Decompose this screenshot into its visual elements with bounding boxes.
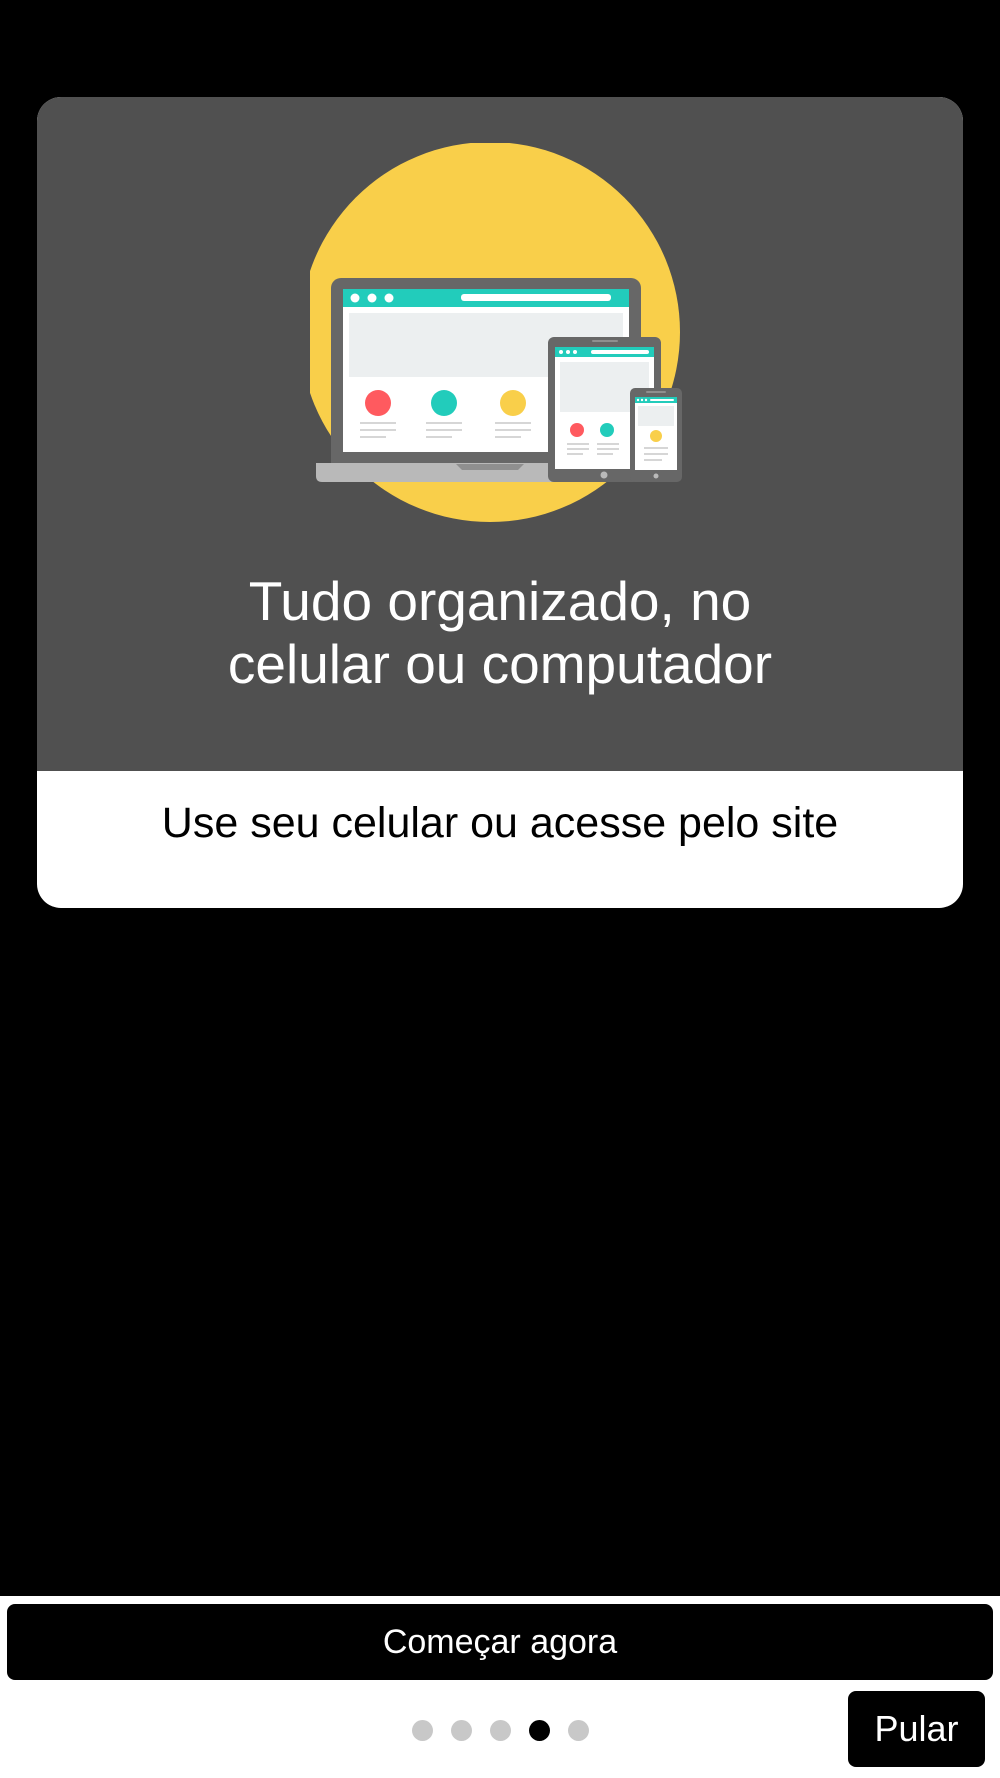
start-now-button[interactable]: Começar agora — [7, 1604, 993, 1680]
pagination-dot-active[interactable] — [528, 1720, 550, 1741]
pagination-dot[interactable] — [489, 1720, 511, 1741]
pagination-dot[interactable] — [411, 1720, 433, 1741]
skip-button[interactable]: Pular — [848, 1691, 985, 1767]
onboarding-card: Tudo organizado, no celular ou computado… — [37, 97, 963, 908]
slide-title: Tudo organizado, no celular ou computado… — [37, 570, 963, 696]
pagination-dot[interactable] — [567, 1720, 589, 1741]
bottom-bar: Começar agora Pular — [0, 1596, 1000, 1778]
slide-title-line-2: celular ou computador — [227, 633, 773, 695]
card-header: Tudo organizado, no celular ou computado… — [37, 97, 963, 771]
pagination-dot[interactable] — [450, 1720, 472, 1741]
slide-title-line-1: Tudo organizado, no — [248, 570, 752, 632]
slide-subtitle: Use seu celular ou acesse pelo site — [161, 799, 839, 847]
responsive-devices-illustration — [310, 143, 682, 522]
